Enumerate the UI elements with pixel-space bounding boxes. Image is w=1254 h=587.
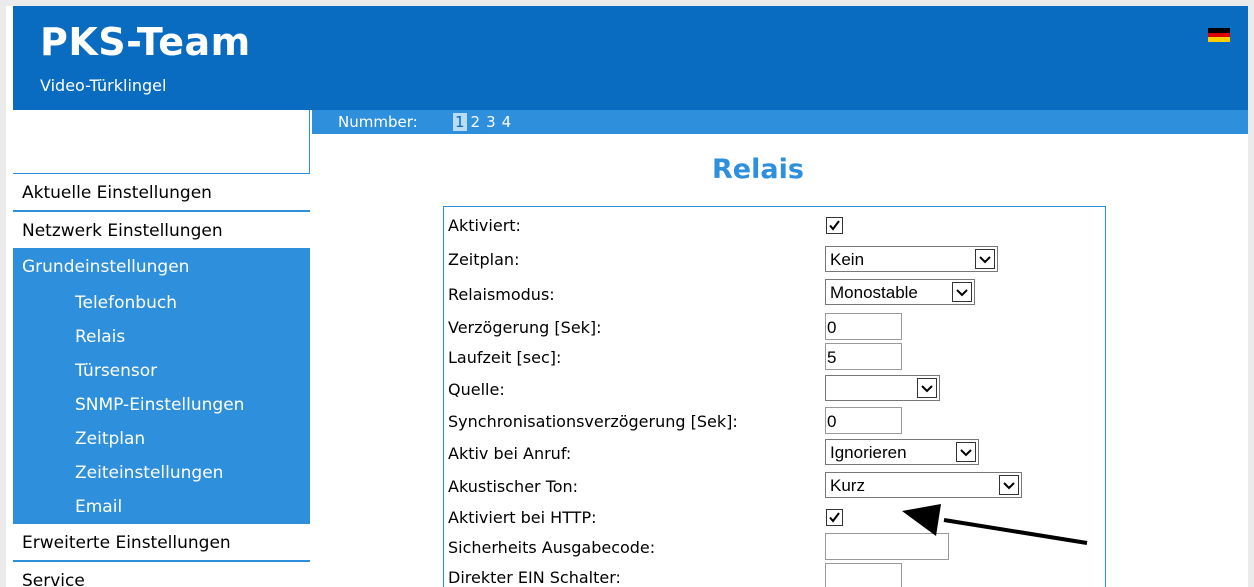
row-label-synchronisationsverzoegerung: Synchronisationsverzögerung [Sek]: (448, 412, 738, 431)
sidebar-subitem-telefonbuch[interactable]: Telefonbuch (13, 286, 310, 320)
aktiviert-bei-http-checkbox[interactable] (826, 509, 843, 526)
akustischer-ton-select-value: Kurz (830, 476, 865, 495)
number-2-link[interactable]: 2 (469, 113, 483, 131)
chevron-down-icon[interactable] (999, 475, 1019, 495)
sidebar-subitem-zeiteinstellungen[interactable]: Zeiteinstellungen (13, 456, 310, 490)
sidebar-subitem-zeitplan[interactable]: Zeitplan (13, 422, 310, 456)
number-3-link[interactable]: 3 (484, 113, 498, 131)
quelle-select[interactable] (825, 375, 940, 401)
chevron-down-icon[interactable] (975, 249, 995, 269)
brand-subtitle: Video-Türklingel (40, 76, 167, 95)
row-label-aktiv-bei-anruf: Aktiv bei Anruf: (448, 444, 572, 463)
page: PKS-Team Video-Türklingel Nummber: 1234 … (6, 6, 1248, 587)
row-label-verzoegerung: Verzögerung [Sek]: (448, 318, 602, 337)
number-label: Nummber: (338, 113, 418, 131)
relais-settings-form: Aktiviert: Zeitplan: Kein Relaismodus: M… (443, 206, 1106, 587)
zeitplan-select[interactable]: Kein (825, 246, 998, 272)
aktiv-bei-anruf-select-value: Ignorieren (830, 443, 907, 462)
chevron-down-icon[interactable] (952, 282, 972, 302)
direkter-ein-schalter-input[interactable] (825, 563, 902, 587)
sidebar-item-netzwerk-einstellungen[interactable]: Netzwerk Einstellungen (13, 212, 310, 250)
chevron-down-icon[interactable] (956, 442, 976, 462)
sidebar-subitem-snmp-einstellungen[interactable]: SNMP-Einstellungen (13, 388, 310, 422)
sidebar: Aktuelle Einstellungen Netzwerk Einstell… (13, 110, 310, 587)
row-label-quelle: Quelle: (448, 380, 505, 399)
checkmark-icon (829, 512, 840, 523)
number-bar: Nummber: 1234 (312, 110, 1248, 134)
row-label-laufzeit: Laufzeit [sec]: (448, 348, 562, 367)
row-label-aktiviert-bei-http: Aktiviert bei HTTP: (448, 508, 597, 527)
row-label-akustischer-ton: Akustischer Ton: (448, 477, 579, 496)
row-label-zeitplan: Zeitplan: (448, 250, 520, 269)
sidebar-item-service[interactable]: Service (13, 562, 310, 587)
sidebar-subitem-email[interactable]: Email (13, 490, 310, 524)
sicherheits-ausgabecode-input[interactable] (825, 533, 949, 560)
row-label-direkter-ein-schalter: Direkter EIN Schalter: (448, 568, 621, 587)
sidebar-item-grundeinstellungen[interactable]: Grundeinstellungen (13, 250, 310, 286)
number-1-link[interactable]: 1 (453, 113, 467, 131)
sidebar-group-grundeinstellungen: Grundeinstellungen Telefonbuch Relais Tü… (13, 250, 310, 524)
aktiviert-checkbox[interactable] (826, 217, 843, 234)
laufzeit-input[interactable]: 5 (825, 343, 902, 370)
aktiv-bei-anruf-select[interactable]: Ignorieren (825, 439, 979, 465)
sidebar-item-aktuelle-einstellungen[interactable]: Aktuelle Einstellungen (13, 174, 310, 212)
number-selector: 1234 (453, 113, 515, 131)
header: PKS-Team Video-Türklingel (13, 6, 1248, 110)
sidebar-item-erweiterte-einstellungen[interactable]: Erweiterte Einstellungen (13, 524, 310, 562)
sidebar-spacer (13, 110, 310, 174)
row-label-aktiviert: Aktiviert: (448, 216, 521, 235)
sidebar-subitem-relais[interactable]: Relais (13, 320, 310, 354)
chevron-down-icon[interactable] (917, 378, 937, 398)
row-label-relaismodus: Relaismodus: (448, 285, 555, 304)
akustischer-ton-select[interactable]: Kurz (825, 472, 1022, 498)
relaismodus-select[interactable]: Monostable (825, 279, 975, 305)
zeitplan-select-value: Kein (830, 250, 865, 269)
german-flag-icon[interactable] (1208, 28, 1230, 43)
synchronisationsverzoegerung-input[interactable]: 0 (825, 407, 902, 434)
page-title: Relais (712, 154, 804, 185)
sidebar-subitem-tuersensor[interactable]: Türsensor (13, 354, 310, 388)
verzoegerung-input[interactable]: 0 (825, 313, 902, 340)
number-4-link[interactable]: 4 (500, 113, 514, 131)
checkmark-icon (829, 220, 840, 231)
relaismodus-select-value: Monostable (830, 283, 918, 302)
row-label-sicherheits-ausgabecode: Sicherheits Ausgabecode: (448, 538, 656, 557)
brand-title: PKS-Team (40, 20, 251, 64)
